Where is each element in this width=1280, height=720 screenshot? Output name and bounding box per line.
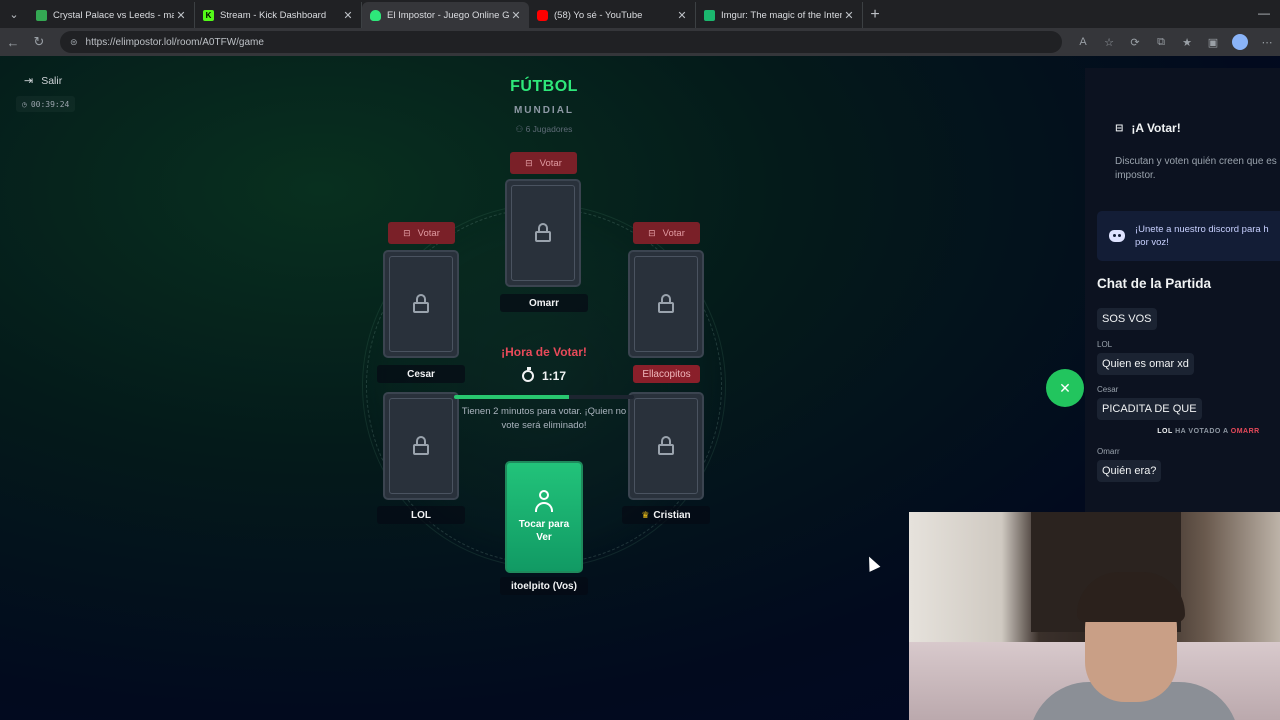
- browser-tab[interactable]: Crystal Palace vs Leeds - marcador ✕: [28, 2, 195, 28]
- browser-toolbar: ← ↻ ⊜ https://elimpostor.lol/room/A0TFW/…: [0, 28, 1280, 56]
- crown-icon: ♛: [641, 509, 650, 520]
- browser-tab-active[interactable]: El Impostor - Juego Online Gratis ✕: [362, 2, 529, 28]
- user-icon: [534, 490, 554, 512]
- chat-message: Cesar PICADITA DE QUE: [1097, 385, 1280, 420]
- lock-icon: [657, 436, 675, 456]
- player-card-omarr: [505, 179, 581, 287]
- address-bar[interactable]: ⊜ https://elimpostor.lol/room/A0TFW/game: [60, 31, 1062, 53]
- chat-title: Chat de la Partida: [1097, 276, 1212, 291]
- player-card-ellacopitos: [628, 250, 704, 358]
- player-card-lol: [383, 392, 459, 500]
- lock-icon: [412, 436, 430, 456]
- tab-close-icon[interactable]: ✕: [341, 9, 355, 22]
- tab-close-icon[interactable]: ✕: [509, 9, 523, 22]
- read-aloud-icon[interactable]: A: [1070, 28, 1096, 56]
- vote-instructions: Tienen 2 minutos para votar. ¡Quien no v…: [461, 406, 627, 431]
- sidebar-toggle-button[interactable]: ✕: [1046, 369, 1084, 407]
- browser-tab[interactable]: K Stream - Kick Dashboard ✕: [195, 2, 362, 28]
- exit-button[interactable]: ⇥ Salir: [24, 74, 62, 88]
- discord-icon: [1109, 230, 1125, 242]
- chat-message: SOS VOS: [1097, 308, 1280, 330]
- url-text: https://elimpostor.lol/room/A0TFW/game: [85, 36, 264, 48]
- discord-banner[interactable]: ¡Unete a nuestro discord para h por voz!: [1097, 211, 1280, 261]
- extensions-icon[interactable]: ⧉: [1148, 28, 1174, 56]
- tab-favicon-icon: [36, 9, 47, 21]
- elapsed-timer: ◷ 00:39:24: [16, 96, 76, 112]
- reveal-role-card[interactable]: Tocar para Ver: [505, 461, 583, 573]
- window-minimize-icon[interactable]: —: [1258, 6, 1270, 20]
- system-vote-event: LOL HA VOTADO A OMARR: [1157, 428, 1260, 435]
- category-title: FÚTBOL: [510, 78, 578, 95]
- chat-author: Cesar: [1097, 385, 1119, 394]
- profile-avatar[interactable]: [1232, 34, 1248, 50]
- player-name-self: itoelpito (Vos): [500, 577, 588, 595]
- player-card-cesar: [383, 250, 459, 358]
- vote-time-progress-fill: [454, 395, 570, 399]
- favorites-icon[interactable]: ★: [1174, 28, 1200, 56]
- lock-icon: [657, 294, 675, 314]
- ballot-icon: ⊟: [403, 227, 411, 238]
- youtube-favicon-icon: [537, 9, 548, 21]
- kick-favicon-icon: K: [203, 9, 214, 21]
- browser-tab[interactable]: Imgur: The magic of the Internet ✕: [696, 2, 863, 28]
- vote-countdown: 1:17: [494, 367, 594, 383]
- voting-title: ¡Hora de Votar!: [501, 345, 587, 359]
- player-name-cristian: ♛ Cristian: [622, 506, 710, 524]
- ballot-icon: ⊟: [525, 157, 533, 168]
- users-icon: ⚇: [515, 124, 524, 134]
- vote-time-progress: [454, 395, 634, 399]
- close-x-icon: ✕: [1059, 379, 1071, 396]
- logout-icon: ⇥: [24, 75, 34, 87]
- player-card-cristian: [628, 392, 704, 500]
- chat-message-list: SOS VOS LOL Quien es omar xd Cesar PICAD…: [1097, 308, 1280, 492]
- chat-author: LOL: [1097, 340, 1113, 349]
- lock-icon: [534, 223, 552, 243]
- vote-button-ellacopitos[interactable]: ⊟ Votar: [633, 222, 700, 244]
- sidebar-vote-title: ⊟ ¡A Votar!: [1115, 121, 1181, 135]
- tab-close-icon[interactable]: ✕: [675, 9, 689, 22]
- lock-icon: [412, 294, 430, 314]
- favorite-star-icon[interactable]: ☆: [1096, 28, 1122, 56]
- browser-tab[interactable]: (58) Yo sé - YouTube ✕: [529, 2, 696, 28]
- vote-button-omarr[interactable]: ⊟ Votar: [510, 152, 577, 174]
- players-count: ⚇ 6 Jugadores: [515, 124, 573, 134]
- player-name-ellacopitos: Ellacopitos: [633, 365, 700, 383]
- more-menu-icon[interactable]: ⋯: [1254, 28, 1280, 56]
- mode-subtitle: MUNDIAL: [513, 105, 575, 116]
- imgur-favicon-icon: [704, 9, 715, 21]
- player-name-omarr: Omarr: [500, 294, 588, 312]
- new-tab-icon[interactable]: +: [863, 2, 887, 28]
- impostor-favicon-icon: [370, 9, 381, 21]
- chat-message: Omarr Quién era?: [1097, 447, 1280, 482]
- browser-tab-strip: ⌄ Crystal Palace vs Leeds - marcador ✕ K…: [0, 0, 1280, 28]
- ballot-icon: ⊟: [1115, 122, 1124, 134]
- webcam-overlay: [909, 512, 1280, 720]
- tab-search-icon[interactable]: ⌄: [0, 0, 28, 28]
- player-name-cesar: Cesar: [377, 365, 465, 383]
- site-info-icon[interactable]: ⊜: [70, 37, 78, 48]
- tab-close-icon[interactable]: ✕: [842, 9, 856, 22]
- tab-close-icon[interactable]: ✕: [174, 9, 188, 22]
- refresh-page-icon[interactable]: ⟳: [1122, 28, 1148, 56]
- chat-author: Omarr: [1097, 447, 1120, 456]
- reload-icon[interactable]: ↻: [26, 28, 52, 56]
- ballot-icon: ⊟: [648, 227, 656, 238]
- vote-button-cesar[interactable]: ⊟ Votar: [388, 222, 455, 244]
- reveal-role-label: Tocar para Ver: [518, 519, 570, 543]
- back-arrow-icon[interactable]: ←: [0, 28, 26, 56]
- player-name-lol: LOL: [377, 506, 465, 524]
- sidebar-vote-description: Discutan y voten quién creen que es impo…: [1115, 156, 1277, 181]
- collections-icon[interactable]: ▣: [1200, 28, 1226, 56]
- chat-message: LOL Quien es omar xd: [1097, 340, 1280, 375]
- stopwatch-icon: [521, 367, 534, 382]
- clock-icon: ◷: [22, 99, 27, 109]
